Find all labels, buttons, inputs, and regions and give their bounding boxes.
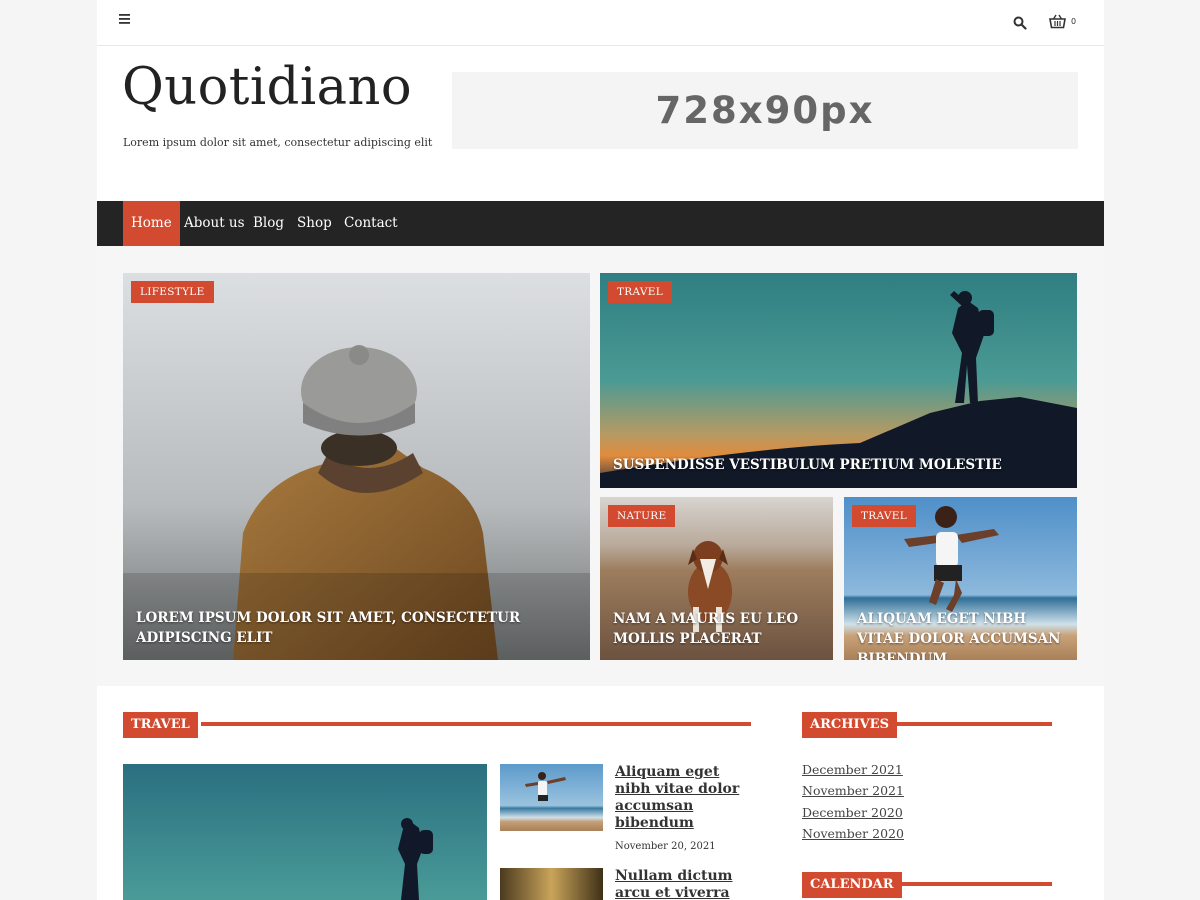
site-tagline: Lorem ipsum dolor sit amet, consectetur … (123, 136, 433, 149)
widget-title: ARCHIVES (802, 712, 897, 738)
section-divider (201, 722, 751, 726)
post-image (123, 273, 590, 660)
section-title[interactable]: TRAVEL (123, 712, 198, 738)
archive-link[interactable]: November 2021 (802, 783, 904, 798)
nav-item-home[interactable]: Home (123, 201, 180, 246)
archive-link[interactable]: November 2020 (802, 826, 904, 841)
post-title[interactable]: LOREM IPSUM DOLOR SIT AMET, CONSECTETUR … (136, 608, 580, 648)
basket-icon (1049, 14, 1066, 33)
calendar-widget-header: CALENDAR (802, 872, 1052, 898)
main-nav: Home About us Blog Shop Contact (97, 201, 1104, 246)
featured-post-bottom-right[interactable]: TRAVEL ALIQUAM EGET NIBH VITAE DOLOR ACC… (844, 497, 1077, 660)
cart-button[interactable]: 0 (1049, 14, 1083, 32)
category-badge[interactable]: LIFESTYLE (131, 281, 214, 303)
nav-item-about-us[interactable]: About us (184, 201, 245, 246)
search-icon[interactable] (1013, 15, 1029, 31)
post-thumbnail[interactable] (500, 868, 603, 900)
archives-widget-header: ARCHIVES (802, 712, 1052, 738)
post-title[interactable]: NAM A MAURIS EU LEO MOLLIS PLACERAT (613, 609, 823, 649)
hamburger-icon[interactable] (119, 14, 135, 30)
post-date: November 20, 2021 (615, 841, 716, 852)
category-badge[interactable]: TRAVEL (852, 505, 916, 527)
post-title[interactable]: SUSPENDISSE VESTIBULUM PRETIUM MOLESTIE (613, 455, 1067, 475)
featured-post-top-right[interactable]: TRAVEL SUSPENDISSE VESTIBULUM PRETIUM MO… (600, 273, 1077, 488)
ad-banner[interactable]: 728x90px (452, 72, 1078, 149)
nav-item-contact[interactable]: Contact (344, 201, 398, 246)
widget-title: CALENDAR (802, 872, 902, 898)
post-title-link[interactable]: Aliquam eget nibh vitae dolor accumsan b… (615, 764, 755, 832)
category-badge[interactable]: NATURE (608, 505, 676, 527)
archive-link[interactable]: December 2020 (802, 805, 903, 820)
category-badge[interactable]: TRAVEL (608, 281, 672, 303)
ad-placeholder-text: 728x90px (655, 89, 875, 132)
featured-post-bottom-left[interactable]: NATURE NAM A MAURIS EU LEO MOLLIS PLACER… (600, 497, 833, 660)
section-divider (900, 882, 1052, 886)
nav-item-blog[interactable]: Blog (253, 201, 284, 246)
top-bar: 0 (97, 0, 1104, 46)
cart-count: 0 (1071, 17, 1077, 26)
site-title[interactable]: Quotidiano (122, 58, 412, 117)
travel-featured-post[interactable] (123, 764, 487, 900)
archive-link[interactable]: December 2021 (802, 762, 903, 777)
post-title[interactable]: ALIQUAM EGET NIBH VITAE DOLOR ACCUMSAN B… (857, 609, 1067, 660)
post-image (123, 764, 487, 900)
page: 0 Quotidiano Lorem ipsum dolor sit amet,… (97, 0, 1104, 900)
travel-section-header: TRAVEL (123, 712, 751, 738)
featured-post-large[interactable]: LIFESTYLE LOREM IPSUM DOLOR SIT AMET, CO… (123, 273, 590, 660)
thumbnail-image (500, 868, 603, 900)
post-title-link[interactable]: Nullam dictum arcu et viverra (615, 868, 755, 900)
nav-item-shop[interactable]: Shop (297, 201, 332, 246)
section-divider (895, 722, 1052, 726)
post-thumbnail[interactable] (500, 764, 603, 831)
thumbnail-image (500, 764, 603, 831)
